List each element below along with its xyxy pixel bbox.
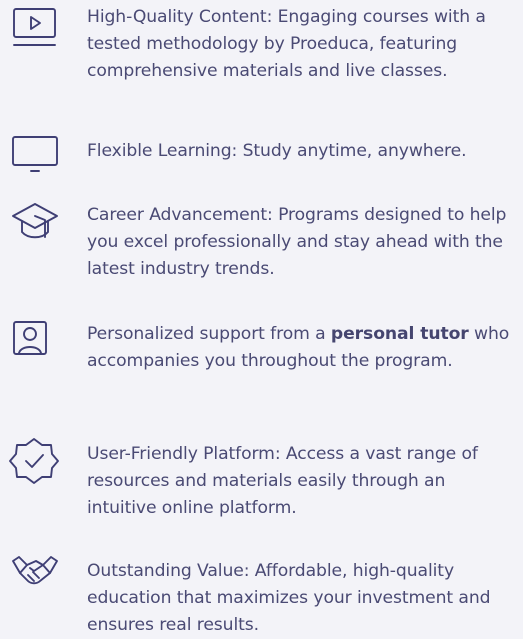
feature-text-career: Career Advancement: Programs designed to… [87, 205, 507, 279]
feature-text-content: High-Quality Content: Engaging courses w… [87, 7, 486, 81]
feature-text-value: Outstanding Value: Affordable, high-qual… [87, 561, 491, 635]
feature-text-flexible: Flexible Learning: Study anytime, anywhe… [87, 141, 467, 161]
feature-text-tutor: Personalized support from a personal tut… [87, 324, 510, 371]
monitor-icon [10, 135, 60, 181]
graduation-cap-icon [10, 199, 60, 245]
user-profile-icon [10, 319, 60, 365]
feature-text-platform: User-Friendly Platform: Access a vast ra… [87, 444, 478, 518]
handshake-icon [10, 555, 60, 601]
play-video-icon [10, 6, 60, 52]
personal-tutor-highlight: personal tutor [330, 324, 469, 344]
verified-badge-icon [9, 437, 60, 484]
